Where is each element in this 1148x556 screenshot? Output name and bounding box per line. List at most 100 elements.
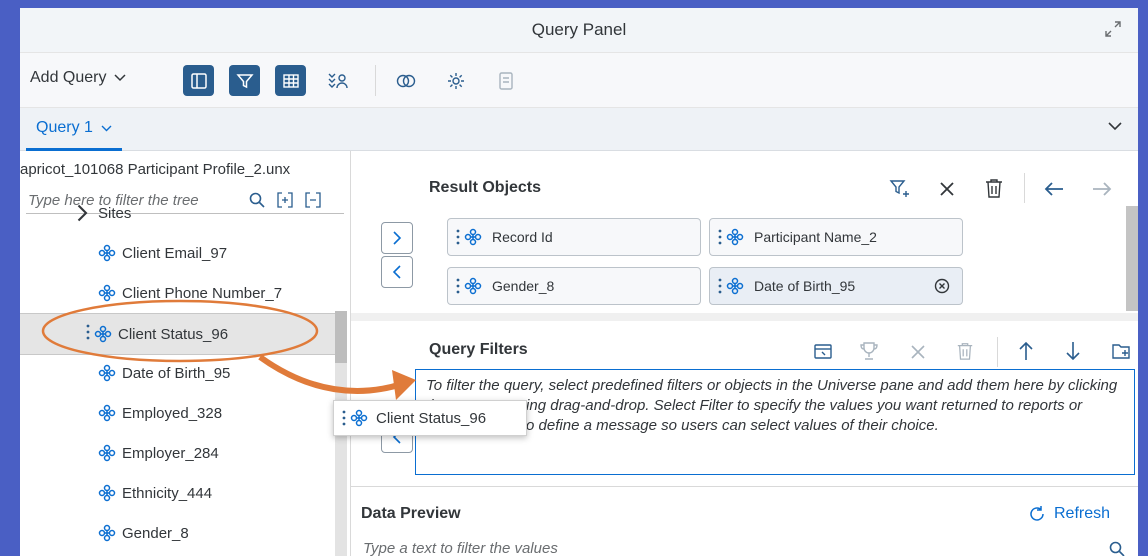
result-object-gender[interactable]: Gender_8 (447, 267, 701, 305)
gear-icon (447, 72, 464, 89)
drag-handle-icon[interactable] (86, 324, 90, 344)
data-preview-pane: Data Preview Refresh (351, 486, 1138, 556)
add-filter-icon[interactable] (889, 177, 911, 199)
preview-filter-input[interactable] (361, 539, 1105, 556)
dimension-icon (98, 284, 116, 302)
tree-item-ethnicity[interactable]: Ethnicity_444 (20, 473, 335, 513)
arrow-up-icon[interactable] (1018, 341, 1034, 361)
chevron-left-icon (392, 265, 401, 279)
add-query-label: Add Query (30, 69, 107, 86)
remove-circle-icon[interactable] (934, 278, 950, 294)
result-object-record-id[interactable]: Record Id (447, 218, 701, 256)
refresh-icon (1030, 506, 1044, 521)
dimension-icon (726, 277, 744, 295)
drag-handle-icon (456, 278, 460, 294)
dimension-icon (98, 404, 116, 422)
refresh-button[interactable]: Refresh (1028, 505, 1110, 523)
toggle-universe-pane-button[interactable] (183, 65, 214, 96)
dimension-icon (98, 364, 116, 382)
dimension-icon (98, 244, 116, 262)
expand-tabs-icon[interactable] (1108, 122, 1122, 131)
arrow-down-icon[interactable] (1065, 341, 1081, 361)
tree-item-client-phone[interactable]: Client Phone Number_7 (20, 273, 335, 313)
dimension-icon (350, 409, 368, 427)
result-objects-pane: Result Objects Record Id Participant Nam… (351, 151, 1138, 313)
tree-item-label: Employed_328 (122, 404, 223, 422)
tree-item-partial[interactable]: Sites (20, 203, 335, 223)
query-panel-window: Query Panel Add Query Query 1 apricot_10… (20, 8, 1138, 556)
panel-icon (190, 72, 207, 89)
close-icon[interactable] (911, 345, 925, 359)
chevron-right-icon (77, 204, 88, 222)
refresh-label: Refresh (1054, 505, 1111, 522)
move-to-results-button[interactable] (381, 222, 413, 254)
users-list-icon (328, 73, 348, 88)
drag-ghost-item: Client Status_96 (333, 400, 527, 436)
arrow-left-icon[interactable] (1044, 181, 1064, 197)
drag-handle-icon (456, 229, 460, 245)
pane-splitter[interactable] (351, 313, 1138, 321)
tree-item-label: Client Status_96 (118, 325, 229, 343)
add-query-button[interactable]: Add Query (30, 69, 127, 87)
add-nested-filter-icon[interactable] (1111, 341, 1131, 361)
trash-icon[interactable] (956, 341, 974, 361)
search-icon[interactable] (1109, 541, 1125, 556)
result-object-label: Participant Name_2 (754, 229, 877, 245)
toolbar-separator (375, 65, 376, 96)
query-filters-title: Query Filters (429, 341, 528, 358)
result-objects-title: Result Objects (429, 179, 542, 196)
tree-item-label: Sites (98, 204, 132, 222)
predefined-filter-icon[interactable] (813, 343, 833, 361)
toggle-data-preview-button[interactable] (275, 65, 306, 96)
fullscreen-icon[interactable] (1104, 20, 1122, 38)
drag-handle-icon (718, 278, 722, 294)
view-script-button[interactable] (490, 65, 521, 96)
query-properties-button[interactable] (440, 65, 471, 96)
dimension-icon (98, 524, 116, 542)
dimension-icon (464, 228, 482, 246)
drag-handle-icon (718, 229, 722, 245)
result-object-date-of-birth[interactable]: Date of Birth_95 (709, 267, 963, 305)
tab-query-1[interactable]: Query 1 (26, 108, 122, 151)
universe-name: apricot_101068 Participant Profile_2.unx (20, 161, 291, 178)
trash-icon[interactable] (984, 177, 1004, 199)
tree-item-date-of-birth[interactable]: Date of Birth_95 (20, 353, 335, 393)
tree-item-client-status[interactable]: Client Status_96 (20, 313, 335, 355)
results-scrollbar[interactable] (1126, 206, 1138, 311)
data-preview-title: Data Preview (361, 505, 461, 522)
tree-item-label: Client Email_97 (122, 244, 228, 262)
dimension-icon (726, 228, 744, 246)
result-object-label: Gender_8 (492, 278, 555, 294)
dimension-icon (98, 484, 116, 502)
intersect-icon (396, 74, 415, 87)
divider (997, 337, 998, 367)
tree-item-label: Employer_284 (122, 444, 219, 462)
dimension-icon (98, 444, 116, 462)
result-object-participant-name[interactable]: Participant Name_2 (709, 218, 963, 256)
remove-from-results-button[interactable] (381, 256, 413, 288)
tree-item-client-email[interactable]: Client Email_97 (20, 233, 335, 273)
dimension-icon (464, 277, 482, 295)
dimension-icon (94, 325, 112, 343)
filter-icon (235, 73, 254, 88)
chevron-down-icon (114, 74, 127, 82)
chevron-down-icon (101, 125, 112, 131)
drag-ghost-label: Client Status_96 (376, 409, 487, 427)
query-tab-bar: Query 1 (20, 108, 1138, 151)
tree-item-employed[interactable]: Employed_328 (20, 393, 335, 433)
divider (1024, 173, 1025, 203)
combined-query-button[interactable] (322, 65, 353, 96)
tree-item-gender[interactable]: Gender_8 (20, 513, 335, 553)
tree-scroll-thumb[interactable] (335, 311, 347, 363)
arrow-right-icon[interactable] (1092, 181, 1112, 197)
query-operations-button[interactable] (390, 65, 421, 96)
tree-item-label: Gender_8 (122, 524, 189, 542)
result-object-label: Date of Birth_95 (754, 278, 856, 294)
universe-pane: apricot_101068 Participant Profile_2.unx… (20, 151, 351, 556)
tree-item-employer[interactable]: Employer_284 (20, 433, 335, 473)
trophy-icon[interactable] (859, 341, 879, 361)
tab-query-1-label: Query 1 (36, 119, 93, 136)
chevron-right-icon (393, 231, 402, 245)
toggle-filters-button[interactable] (229, 65, 260, 96)
close-icon[interactable] (939, 181, 955, 197)
